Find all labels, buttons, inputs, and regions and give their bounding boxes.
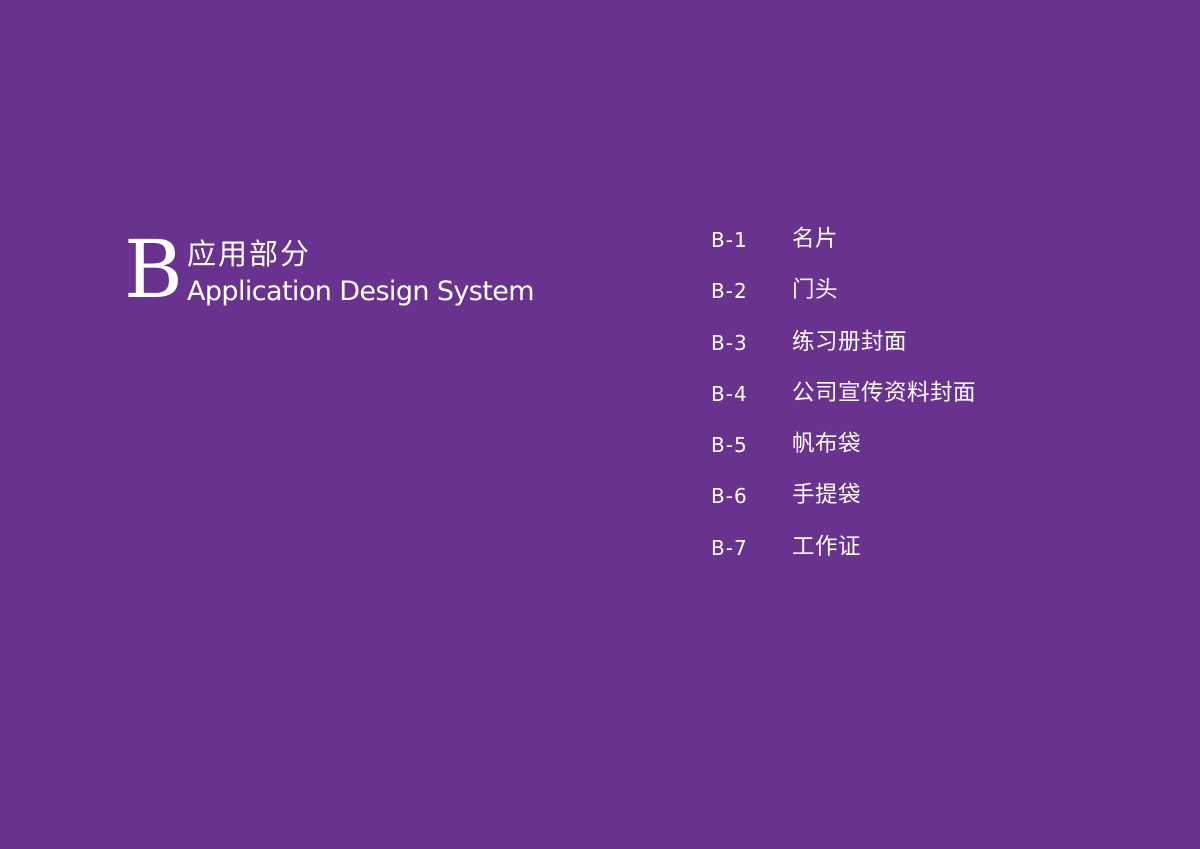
section-title-cn: 应用部分	[187, 237, 312, 271]
toc-item[interactable]: B-5 帆布袋	[711, 429, 1151, 480]
toc-item-label: 手提袋	[792, 482, 862, 509]
toc-item[interactable]: B-3 练习册封面	[711, 327, 1151, 378]
toc-item[interactable]: B-7 工作证	[711, 532, 1151, 583]
toc-item-label: 公司宣传资料封面	[792, 379, 977, 406]
toc-item[interactable]: B-1 名片	[711, 224, 1151, 275]
section-title-en: Application Design System	[187, 276, 535, 307]
toc-item-label: 门头	[792, 277, 839, 304]
toc-item-code: B-4	[711, 381, 748, 406]
toc-item-label: 帆布袋	[792, 431, 862, 458]
toc-item-code: B-6	[711, 484, 748, 509]
toc-item-code: B-1	[711, 228, 748, 252]
toc-item[interactable]: B-4 公司宣传资料封面	[711, 378, 1151, 429]
section-heading: B 应用部分 Application Design System	[124, 230, 584, 310]
toc-item-label: 名片	[792, 226, 839, 252]
toc-item-label: 工作证	[792, 533, 862, 560]
toc-item-code: B-3	[711, 330, 748, 355]
toc-item-code: B-5	[711, 433, 748, 458]
toc-item[interactable]: B-2 门头	[711, 275, 1151, 326]
toc-item-label: 练习册封面	[792, 328, 908, 355]
table-of-contents: B-1 名片 B-2 门头 B-3 练习册封面 B-4 公司宣传资料封面 B-5…	[711, 224, 1151, 583]
section-letter: B	[124, 223, 183, 316]
toc-item[interactable]: B-6 手提袋	[711, 480, 1151, 531]
toc-item-code: B-7	[711, 535, 748, 560]
toc-item-code: B-2	[711, 279, 748, 304]
